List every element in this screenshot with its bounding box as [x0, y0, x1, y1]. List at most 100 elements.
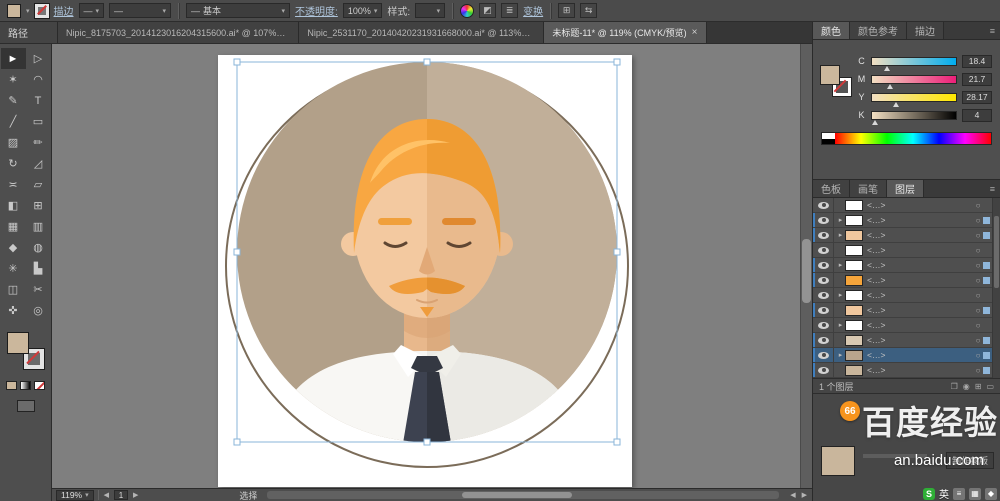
layer-thumbnail[interactable] — [845, 199, 863, 211]
channel-slider[interactable] — [871, 92, 957, 107]
layer-thumbnail[interactable] — [845, 289, 863, 301]
line-segment-tool[interactable]: ╱ — [1, 111, 26, 132]
visibility-eye-icon[interactable] — [818, 231, 829, 239]
slice-tool[interactable]: ✂ — [26, 279, 51, 300]
layer-thumbnail[interactable] — [845, 244, 863, 256]
gradient-mode-button[interactable] — [20, 381, 31, 390]
transform-link[interactable]: 变换 — [523, 3, 543, 18]
visibility-eye-icon[interactable] — [818, 276, 829, 284]
gradient-tool[interactable]: ▥ — [26, 216, 51, 237]
prev-artboard-button[interactable]: ◀ — [103, 491, 110, 499]
visibility-eye-icon[interactable] — [818, 291, 829, 299]
layer-name[interactable]: <…> — [867, 200, 973, 210]
layer-row[interactable]: <…> ○ — [813, 273, 1000, 288]
sogou-logo-icon[interactable]: S — [923, 487, 935, 500]
artboard[interactable] — [218, 55, 632, 487]
tab-brushes[interactable]: 画笔 — [850, 180, 887, 197]
scroll-left-button[interactable]: ◀ — [789, 491, 796, 499]
channel-value-field[interactable]: 18.4 — [962, 54, 992, 68]
layer-thumbnail[interactable] — [845, 229, 863, 241]
channel-slider[interactable] — [871, 56, 957, 71]
tab-swatches[interactable]: 色板 — [813, 180, 850, 197]
target-circle-icon[interactable]: ○ — [973, 351, 983, 360]
stroke-link[interactable]: 描边 — [54, 3, 74, 18]
ime-lang-indicator[interactable]: 英 — [939, 486, 949, 501]
transparency-thumbnail[interactable] — [821, 446, 855, 476]
visibility-eye-icon[interactable] — [818, 261, 829, 269]
pen-tool[interactable]: ✎ — [1, 90, 26, 111]
stroke-color-swatch[interactable] — [33, 2, 50, 19]
screen-mode-button[interactable] — [16, 400, 35, 412]
mesh-tool[interactable]: ▦ — [1, 216, 26, 237]
layer-row[interactable]: ▸ <…> ○ — [813, 348, 1000, 363]
avatar-artwork[interactable] — [218, 55, 632, 487]
brush-definition-select[interactable]: — 基本 ▾ — [186, 3, 291, 18]
tab-color-guide[interactable]: 颜色参考 — [850, 22, 907, 39]
width-tool[interactable]: ≍ — [1, 174, 26, 195]
visibility-eye-icon[interactable] — [818, 351, 829, 359]
rectangle-tool[interactable]: ▭ — [26, 111, 51, 132]
panel-menu-icon[interactable]: ≡ — [985, 22, 1000, 39]
free-transform-tool[interactable]: ▱ — [26, 174, 51, 195]
column-graph-tool[interactable]: ▙ — [26, 258, 51, 279]
new-layer-icon[interactable]: ⊞ — [975, 382, 982, 391]
channel-value-field[interactable]: 21.7 — [962, 72, 992, 86]
tab-stroke[interactable]: 描边 — [907, 22, 944, 39]
expand-triangle-icon[interactable]: ▸ — [836, 351, 845, 359]
fill-color-swatch[interactable] — [7, 3, 21, 18]
panel-menu-icon[interactable]: ≡ — [985, 180, 1000, 197]
lasso-tool[interactable]: ◠ — [26, 69, 51, 90]
layer-thumbnail[interactable] — [845, 349, 863, 361]
style-select[interactable]: ▾ — [415, 3, 446, 18]
expand-triangle-icon[interactable]: ▸ — [836, 231, 845, 239]
zoom-tool[interactable]: ◎ — [26, 300, 51, 321]
artboard-tool[interactable]: ◫ — [1, 279, 26, 300]
scale-tool[interactable]: ◿ — [26, 153, 51, 174]
layer-name[interactable]: <…> — [867, 350, 973, 360]
expand-triangle-icon[interactable]: ▸ — [836, 291, 845, 299]
make-mask-button[interactable]: 制作蒙版 — [945, 452, 994, 469]
zoom-level-select[interactable]: 119% ▾ — [56, 489, 94, 501]
target-circle-icon[interactable]: ○ — [973, 306, 983, 315]
vertical-scrollbar[interactable] — [800, 44, 812, 488]
layer-thumbnail[interactable] — [845, 214, 863, 226]
ime-keyboard-icon[interactable]: ▦ — [969, 487, 981, 500]
pencil-tool[interactable]: ✏ — [26, 132, 51, 153]
tab-close-icon[interactable]: × — [692, 27, 698, 38]
slider-thumb-icon[interactable] — [872, 119, 879, 125]
selection-indicator[interactable] — [983, 261, 990, 269]
layer-thumbnail[interactable] — [845, 274, 863, 286]
target-circle-icon[interactable]: ○ — [973, 366, 983, 375]
selection-indicator[interactable] — [983, 216, 990, 224]
scroll-right-button[interactable]: ▶ — [801, 491, 808, 499]
ime-menu-icon[interactable]: ≡ — [953, 487, 965, 500]
target-icon[interactable]: ◉ — [963, 382, 970, 391]
layer-row[interactable]: <…> ○ — [813, 303, 1000, 318]
spectrum-gradient[interactable] — [835, 133, 991, 144]
selection-indicator[interactable] — [983, 306, 990, 314]
target-circle-icon[interactable]: ○ — [973, 321, 983, 330]
selection-indicator[interactable] — [983, 336, 990, 344]
target-circle-icon[interactable]: ○ — [973, 201, 983, 210]
selection-tool[interactable]: ► — [0, 48, 26, 69]
document-tab[interactable]: 未标题-11* @ 119% (CMYK/预览) × — [544, 22, 707, 43]
selection-indicator[interactable] — [983, 247, 990, 254]
layer-row[interactable]: <…> ○ — [813, 243, 1000, 258]
artboard-number-field[interactable]: 1 — [114, 490, 129, 500]
layer-thumbnail[interactable] — [845, 364, 863, 376]
visibility-eye-icon[interactable] — [818, 321, 829, 329]
layer-name[interactable]: <…> — [867, 230, 973, 240]
layer-name[interactable]: <…> — [867, 335, 973, 345]
visibility-eye-icon[interactable] — [818, 336, 829, 344]
layer-name[interactable]: <…> — [867, 320, 973, 330]
layer-row[interactable]: <…> ○ — [813, 198, 1000, 213]
channel-value-field[interactable]: 28.17 — [962, 90, 992, 104]
layer-row[interactable]: ▸ <…> ○ — [813, 228, 1000, 243]
layer-row[interactable]: ▸ <…> ○ — [813, 288, 1000, 303]
fill-indicator[interactable] — [820, 65, 840, 85]
distribute-icon[interactable]: ⇆ — [580, 3, 598, 18]
horizontal-scrollbar-thumb[interactable] — [461, 492, 572, 498]
target-circle-icon[interactable]: ○ — [973, 291, 983, 300]
expand-triangle-icon[interactable]: ▸ — [836, 321, 845, 329]
make-mask-icon[interactable]: ❐ — [951, 382, 958, 391]
